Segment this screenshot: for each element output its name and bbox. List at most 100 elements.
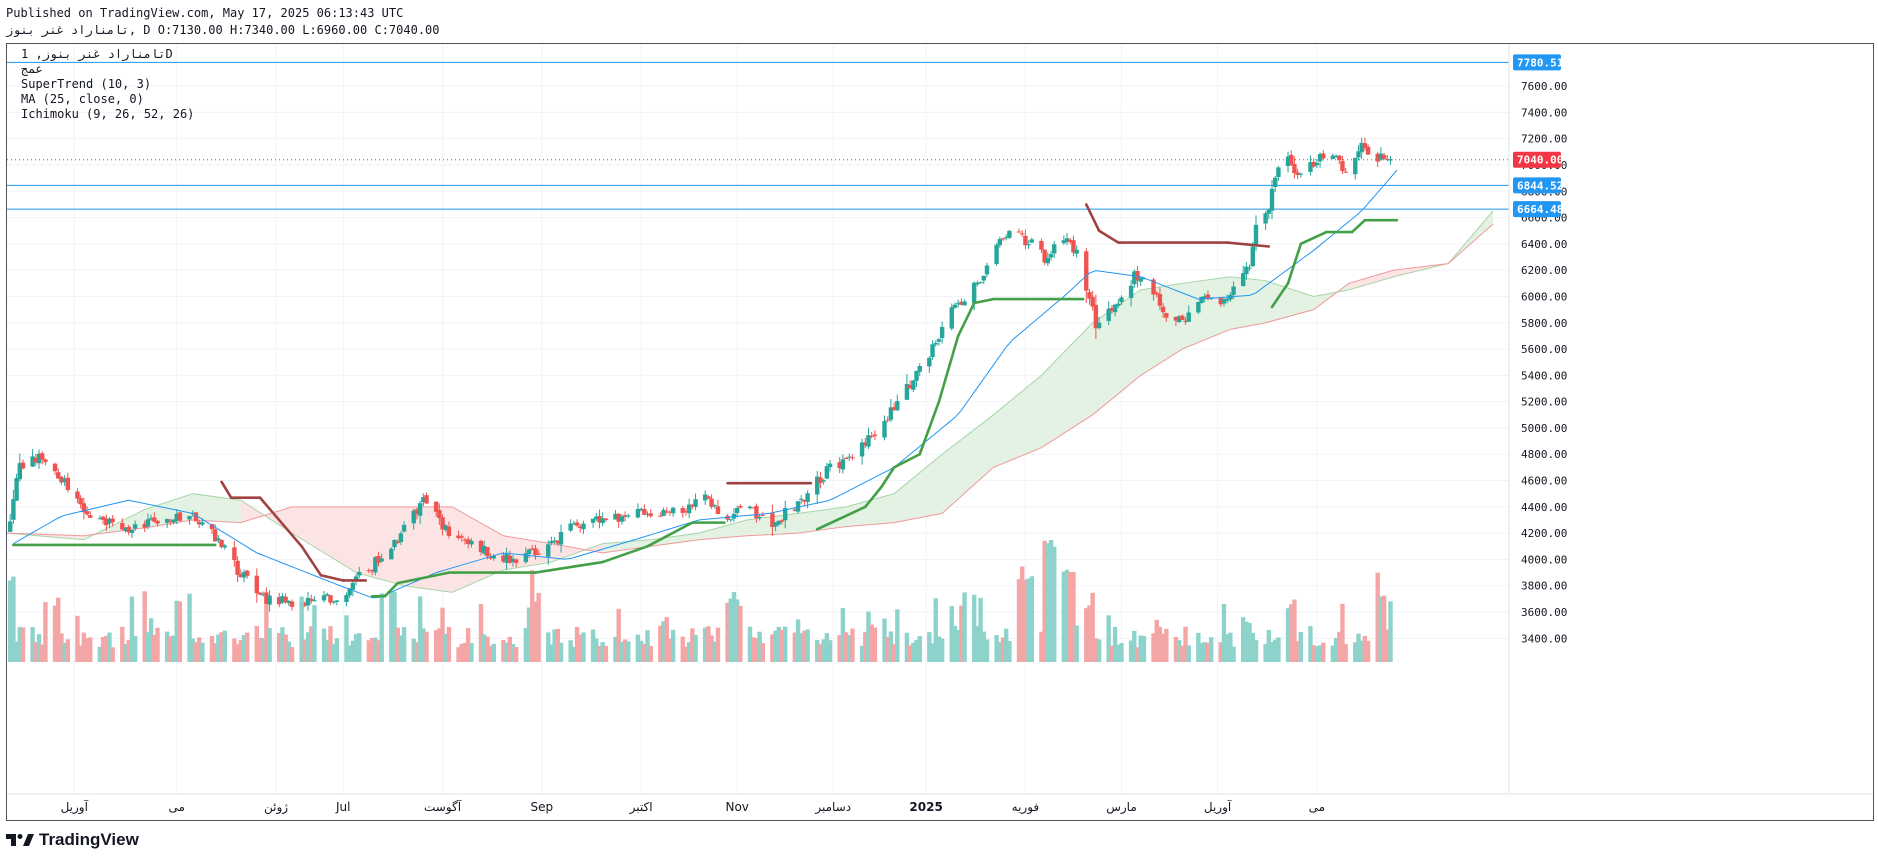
y-tick-label: 5400.00 (1521, 369, 1567, 382)
candle[interactable] (840, 454, 846, 474)
hline-price-label[interactable]: 6844.52 (1513, 177, 1563, 194)
supertrend-segment[interactable] (1225, 241, 1271, 248)
candle[interactable] (1378, 147, 1384, 162)
supertrend-segment[interactable] (1097, 229, 1120, 244)
candle-body (8, 521, 13, 532)
candle-body (869, 435, 874, 437)
supertrend-segment[interactable] (534, 560, 604, 574)
volume-bar (132, 635, 138, 662)
candle-body (779, 520, 785, 522)
hline-price-label[interactable]: 6664.48 (1513, 201, 1563, 218)
price-chart[interactable]: 3400.00 3600.00 3800.00 4000.00 4200.00 4400.… (7, 44, 1873, 820)
supertrend-segment[interactable] (1286, 242, 1303, 285)
candle[interactable] (177, 510, 183, 522)
candle[interactable] (129, 529, 135, 539)
candle[interactable] (1196, 301, 1201, 315)
supertrend-segment[interactable] (1299, 230, 1328, 246)
supertrend-segment[interactable] (972, 297, 995, 305)
candle[interactable] (574, 519, 580, 528)
volume-bar (469, 643, 474, 662)
candle[interactable] (1023, 229, 1028, 250)
candle[interactable] (254, 568, 259, 603)
y-tick-label: 6000.00 (1521, 290, 1567, 303)
price-axis[interactable]: 3400.00 3600.00 3800.00 4000.00 4200.00 4400.… (1508, 44, 1567, 794)
candle[interactable] (590, 518, 596, 528)
candle[interactable] (728, 519, 733, 523)
candle[interactable] (65, 472, 71, 493)
candle[interactable] (1353, 157, 1358, 180)
chart-frame[interactable]: 3400.00 3600.00 3800.00 4000.00 4200.00 4400.… (6, 43, 1874, 821)
candle-body (254, 575, 259, 594)
last-price-label[interactable]: 7040.00 (1513, 151, 1563, 168)
candle[interactable] (994, 243, 999, 266)
cloud-segment (993, 375, 1042, 468)
supertrend-segment[interactable] (220, 480, 233, 499)
candle[interactable] (738, 504, 743, 509)
candle[interactable] (328, 594, 333, 606)
candle-body (417, 503, 423, 516)
candle[interactable] (978, 281, 983, 284)
candle[interactable] (648, 509, 653, 518)
supertrend-segment[interactable] (956, 301, 976, 338)
candle[interactable] (321, 591, 327, 603)
candle[interactable] (43, 458, 48, 466)
cloud-segment (356, 506, 405, 586)
candle-body (568, 523, 573, 531)
candle[interactable] (888, 399, 894, 423)
candle[interactable] (1263, 211, 1268, 231)
candle[interactable] (642, 504, 647, 516)
legend-ichimoku[interactable]: Ichimoku (9, 26, 52, 26) (21, 107, 194, 121)
candle[interactable] (882, 415, 887, 441)
supertrend-segment[interactable] (300, 544, 323, 577)
candle[interactable] (670, 506, 676, 517)
supertrend-segment[interactable] (892, 452, 922, 469)
volume-bar (222, 630, 227, 662)
candle-body (357, 571, 362, 576)
candle[interactable] (305, 591, 311, 611)
volume-bar (536, 592, 541, 662)
supertrend-segment[interactable] (1350, 218, 1367, 234)
candle[interactable] (815, 471, 820, 504)
candle[interactable] (1020, 230, 1025, 237)
candle[interactable] (1289, 150, 1294, 167)
candle[interactable] (725, 514, 730, 523)
candle[interactable] (1029, 237, 1035, 244)
candle[interactable] (334, 600, 340, 606)
candle-body (712, 505, 717, 507)
candle[interactable] (850, 454, 855, 461)
candle[interactable] (581, 520, 586, 535)
candle-body (1343, 171, 1348, 173)
candle[interactable] (424, 492, 429, 505)
candle[interactable] (686, 498, 692, 519)
candle[interactable] (20, 459, 26, 470)
tradingview-logo[interactable]: TradingView (6, 829, 139, 851)
candle[interactable] (389, 547, 394, 560)
candle-body (155, 520, 160, 524)
candle[interactable] (635, 503, 641, 519)
legend-supertrend[interactable]: SuperTrend (10, 3) (21, 77, 151, 91)
candle[interactable] (1016, 228, 1022, 233)
volume-bar (65, 639, 71, 662)
candle[interactable] (693, 493, 698, 511)
candle-body (289, 601, 295, 607)
candle[interactable] (962, 299, 967, 306)
candle[interactable] (1007, 229, 1012, 239)
candle[interactable] (626, 513, 631, 518)
candle[interactable] (927, 356, 932, 374)
candle[interactable] (984, 262, 990, 278)
candle[interactable] (895, 394, 900, 412)
hline-price-label[interactable]: 7780.51 (1513, 54, 1564, 71)
candle[interactable] (911, 379, 916, 392)
candle[interactable] (715, 499, 721, 515)
volume-bar (648, 645, 653, 662)
legend-ma[interactable]: MA (25, close, 0) (21, 92, 144, 106)
candle[interactable] (872, 430, 878, 440)
candle[interactable] (568, 519, 573, 532)
volume-bar (715, 627, 721, 662)
candle[interactable] (866, 427, 871, 449)
candle[interactable] (1388, 156, 1393, 165)
supertrend-segment[interactable] (937, 334, 960, 403)
time-axis[interactable]: آوریل می ژوئن Jul آگوست Sep اکتبر Nov دسامبر 2025… (7, 793, 1873, 815)
candle-body (885, 419, 890, 421)
candle-body (1157, 294, 1163, 306)
